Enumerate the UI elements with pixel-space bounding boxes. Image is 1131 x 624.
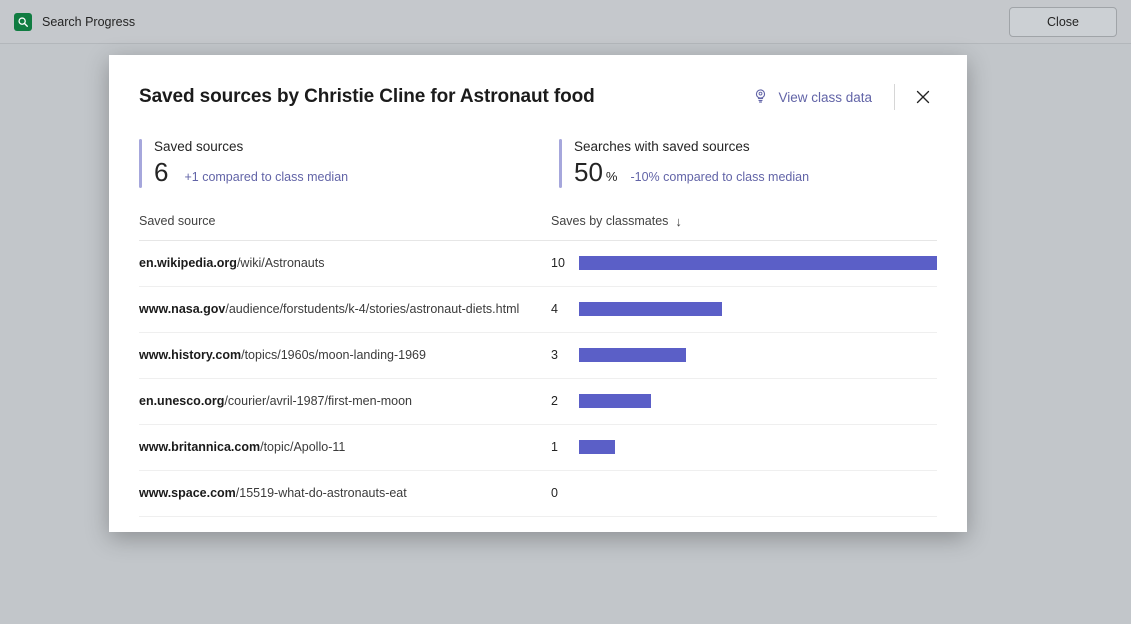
saves-count: 10 [551, 256, 579, 270]
header-divider [894, 84, 895, 110]
dialog-header: Saved sources by Christie Cline for Astr… [109, 55, 967, 111]
column-header-source: Saved source [139, 214, 551, 228]
table-row[interactable]: www.nasa.gov/audience/forstudents/k-4/st… [139, 287, 937, 333]
saved-sources-dialog: Saved sources by Christie Cline for Astr… [109, 55, 967, 532]
source-domain: www.britannica.com [139, 440, 260, 454]
stat-label: Saved sources [154, 139, 348, 154]
source-url-cell: en.unesco.org/courier/avril-1987/first-m… [139, 394, 551, 408]
source-path: /topics/1960s/moon-landing-1969 [241, 348, 426, 362]
stat-searches-with-saved-sources: Searches with saved sources 50 % -10% co… [559, 139, 809, 188]
saves-bar [579, 302, 722, 316]
source-url-cell: en.wikipedia.org/wiki/Astronauts [139, 256, 551, 270]
saves-count: 4 [551, 302, 579, 316]
saves-count: 1 [551, 440, 579, 454]
dialog-header-actions: View class data [746, 83, 937, 111]
source-url-cell: www.space.com/15519-what-do-astronauts-e… [139, 486, 551, 500]
summary-stats: Saved sources 6 +1 compared to class med… [109, 111, 967, 188]
saves-bar [579, 394, 651, 408]
app-identity: Search Progress [14, 13, 135, 31]
saves-bar [579, 348, 686, 362]
dialog-footer [109, 517, 967, 539]
dialog-title: Saved sources by Christie Cline for Astr… [139, 86, 595, 108]
stat-saved-sources: Saved sources 6 +1 compared to class med… [139, 139, 559, 188]
stat-accent-bar [559, 139, 562, 188]
table-row[interactable]: www.history.com/topics/1960s/moon-landin… [139, 333, 937, 379]
stat-value: 50 [574, 158, 603, 188]
table-row[interactable]: en.wikipedia.org/wiki/Astronauts10 [139, 241, 937, 287]
saves-bar-track [579, 440, 937, 454]
source-path: /courier/avril-1987/first-men-moon [224, 394, 412, 408]
source-path: /wiki/Astronauts [237, 256, 325, 270]
table-body: en.wikipedia.org/wiki/Astronauts10www.na… [139, 241, 937, 517]
lightbulb-icon [752, 87, 769, 107]
close-icon[interactable] [909, 83, 937, 111]
table-header-row: Saved source Saves by classmates ↓ [139, 214, 937, 241]
stat-delta: -10% compared to class median [630, 170, 809, 184]
column-header-saves[interactable]: Saves by classmates ↓ [551, 214, 682, 229]
saves-bar-track [579, 486, 937, 500]
source-path: /15519-what-do-astronauts-eat [236, 486, 407, 500]
stat-body: Saved sources 6 +1 compared to class med… [154, 139, 348, 188]
source-domain: en.unesco.org [139, 394, 224, 408]
saves-bar-track [579, 302, 937, 316]
source-domain: en.wikipedia.org [139, 256, 237, 270]
saves-bar-track [579, 394, 937, 408]
saves-bar [579, 440, 615, 454]
stat-value-row: 6 +1 compared to class median [154, 158, 348, 188]
source-url-cell: www.nasa.gov/audience/forstudents/k-4/st… [139, 302, 551, 316]
saves-count: 3 [551, 348, 579, 362]
saved-sources-table: Saved source Saves by classmates ↓ en.wi… [139, 214, 937, 517]
source-url-cell: www.britannica.com/topic/Apollo-11 [139, 440, 551, 454]
stat-accent-bar [139, 139, 142, 188]
source-path: /topic/Apollo-11 [260, 440, 345, 454]
stat-value-row: 50 % -10% compared to class median [574, 158, 809, 188]
source-domain: www.space.com [139, 486, 236, 500]
stat-value: 6 [154, 158, 168, 188]
source-url-cell: www.history.com/topics/1960s/moon-landin… [139, 348, 551, 362]
close-button[interactable]: Close [1009, 7, 1117, 37]
source-domain: www.nasa.gov [139, 302, 225, 316]
source-domain: www.history.com [139, 348, 241, 362]
stat-label: Searches with saved sources [574, 139, 809, 154]
view-class-data-label: View class data [778, 90, 872, 105]
app-title: Search Progress [42, 15, 135, 29]
saves-count: 2 [551, 394, 579, 408]
table-row[interactable]: www.britannica.com/topic/Apollo-111 [139, 425, 937, 471]
sort-descending-icon: ↓ [675, 214, 682, 229]
saves-bar-track [579, 256, 937, 270]
stat-unit: % [606, 169, 618, 184]
top-app-bar: Search Progress Close [0, 0, 1131, 44]
source-path: /audience/forstudents/k-4/stories/astron… [225, 302, 519, 316]
table-row[interactable]: en.unesco.org/courier/avril-1987/first-m… [139, 379, 937, 425]
column-header-saves-label: Saves by classmates [551, 214, 668, 228]
view-class-data-link[interactable]: View class data [746, 83, 878, 111]
saves-count: 0 [551, 486, 579, 500]
stat-body: Searches with saved sources 50 % -10% co… [574, 139, 809, 188]
saves-bar-track [579, 348, 937, 362]
saves-bar [579, 256, 937, 270]
table-row[interactable]: www.space.com/15519-what-do-astronauts-e… [139, 471, 937, 517]
stat-delta: +1 compared to class median [184, 170, 348, 184]
search-progress-icon [14, 13, 32, 31]
